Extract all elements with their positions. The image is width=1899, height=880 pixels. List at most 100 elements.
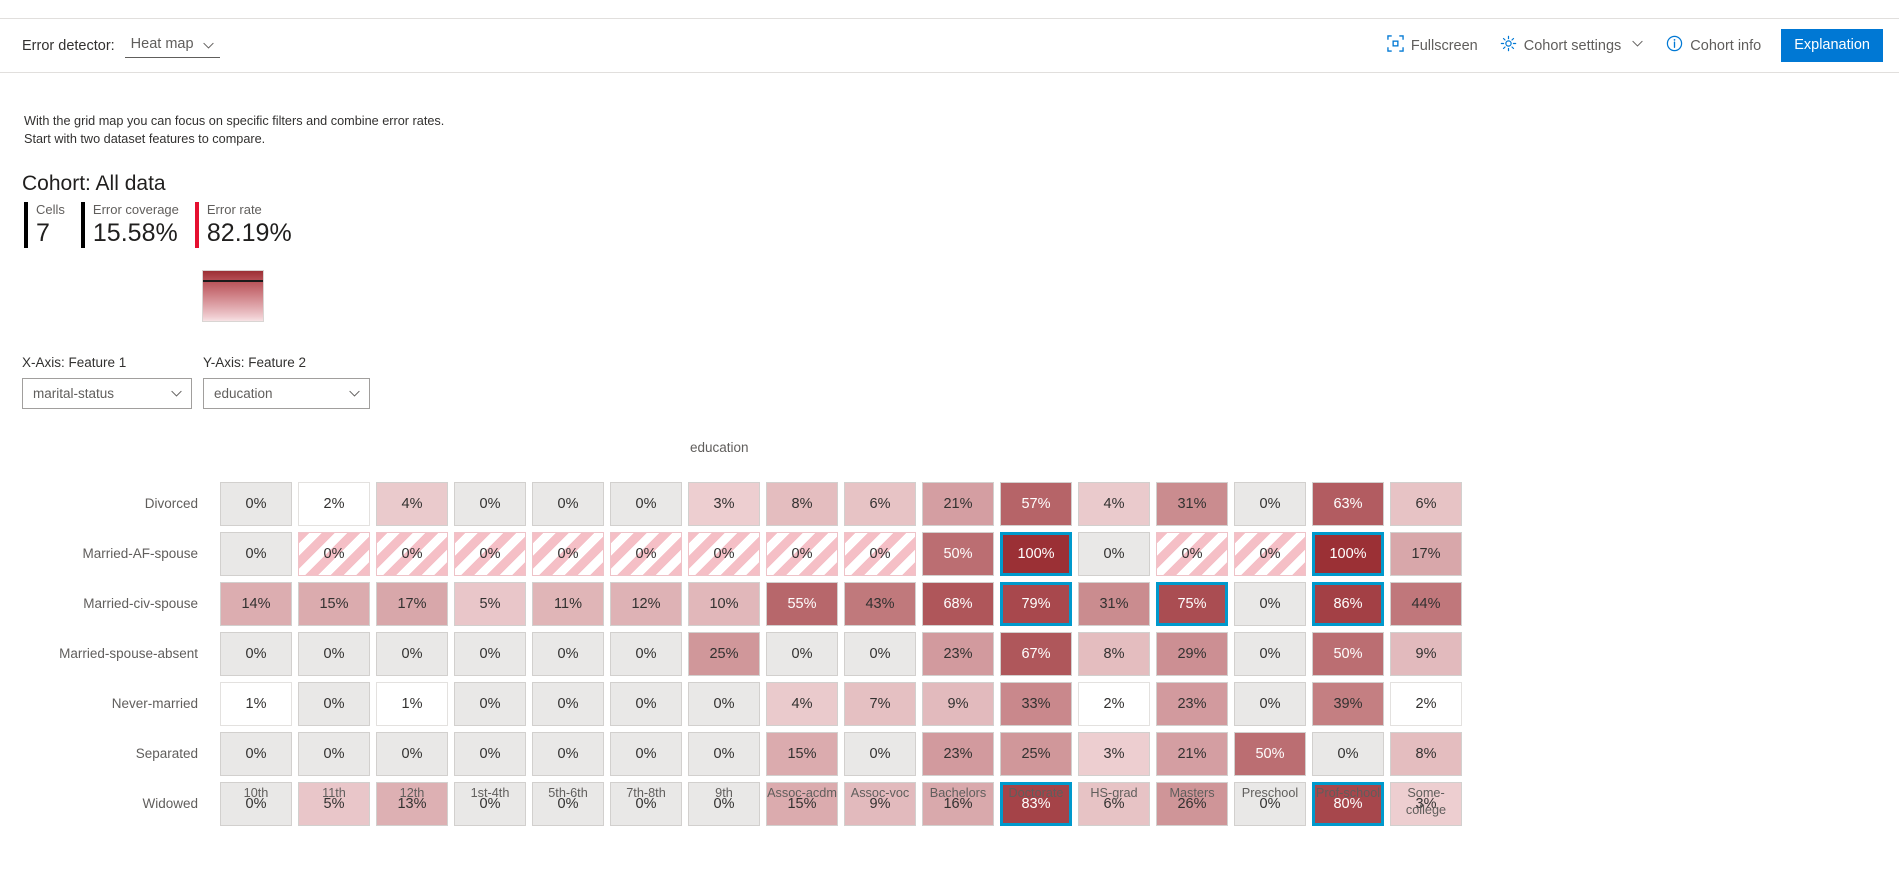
heatmap-cell[interactable]: 0% bbox=[298, 532, 370, 576]
heatmap-cell[interactable]: 2% bbox=[1078, 682, 1150, 726]
heatmap-cell[interactable]: 0% bbox=[532, 482, 604, 526]
heatmap-cell[interactable]: 0% bbox=[454, 632, 526, 676]
heatmap-cell[interactable]: 0% bbox=[298, 682, 370, 726]
heatmap-cell[interactable]: 23% bbox=[922, 732, 994, 776]
heatmap-cell[interactable]: 12% bbox=[610, 582, 682, 626]
heatmap-cell[interactable]: 31% bbox=[1156, 482, 1228, 526]
heatmap-cell[interactable]: 0% bbox=[454, 482, 526, 526]
heatmap-cell[interactable]: 1% bbox=[220, 682, 292, 726]
heatmap-cell[interactable]: 23% bbox=[1156, 682, 1228, 726]
heatmap-cell[interactable]: 68% bbox=[922, 582, 994, 626]
heatmap-cell[interactable]: 100% bbox=[1312, 532, 1384, 576]
heatmap-cell[interactable]: 75% bbox=[1156, 582, 1228, 626]
heatmap-cell[interactable]: 0% bbox=[610, 482, 682, 526]
heatmap-cell[interactable]: 0% bbox=[220, 732, 292, 776]
heatmap-cell[interactable]: 0% bbox=[1078, 532, 1150, 576]
x-axis-feature-dropdown[interactable]: marital-status bbox=[22, 378, 192, 409]
heatmap-cell[interactable]: 11% bbox=[532, 582, 604, 626]
heatmap-cell[interactable]: 15% bbox=[298, 582, 370, 626]
heatmap-cell[interactable]: 0% bbox=[454, 532, 526, 576]
explanation-button[interactable]: Explanation bbox=[1781, 28, 1883, 63]
heatmap-cell[interactable]: 4% bbox=[376, 482, 448, 526]
heatmap-cell[interactable]: 0% bbox=[688, 532, 760, 576]
heatmap-cell[interactable]: 0% bbox=[298, 632, 370, 676]
heatmap-cell[interactable]: 0% bbox=[610, 732, 682, 776]
heatmap-cell[interactable]: 2% bbox=[298, 482, 370, 526]
heatmap-cell[interactable]: 43% bbox=[844, 582, 916, 626]
heatmap-cell[interactable]: 0% bbox=[220, 632, 292, 676]
heatmap-cell[interactable]: 0% bbox=[454, 682, 526, 726]
heatmap-cell[interactable]: 0% bbox=[1234, 482, 1306, 526]
heatmap-cell[interactable]: 23% bbox=[922, 632, 994, 676]
heatmap-cell[interactable]: 0% bbox=[376, 732, 448, 776]
heatmap-cell[interactable]: 50% bbox=[922, 532, 994, 576]
heatmap-cell[interactable]: 0% bbox=[1234, 682, 1306, 726]
heatmap-cell[interactable]: 0% bbox=[844, 532, 916, 576]
heatmap-cell[interactable]: 31% bbox=[1078, 582, 1150, 626]
heatmap-cell[interactable]: 5% bbox=[454, 582, 526, 626]
heatmap-cell[interactable]: 0% bbox=[1156, 532, 1228, 576]
heatmap-cell[interactable]: 57% bbox=[1000, 482, 1072, 526]
heatmap-cell[interactable]: 21% bbox=[1156, 732, 1228, 776]
heatmap-cell[interactable]: 63% bbox=[1312, 482, 1384, 526]
heatmap-cell[interactable]: 17% bbox=[376, 582, 448, 626]
cohort-settings-button[interactable]: Cohort settings bbox=[1490, 28, 1655, 63]
heatmap-cell[interactable]: 17% bbox=[1390, 532, 1462, 576]
heatmap-cell[interactable]: 3% bbox=[688, 482, 760, 526]
heatmap-cell[interactable]: 0% bbox=[610, 682, 682, 726]
heatmap-cell[interactable]: 0% bbox=[1234, 632, 1306, 676]
heatmap-cell[interactable]: 33% bbox=[1000, 682, 1072, 726]
heatmap-cell[interactable]: 0% bbox=[1234, 582, 1306, 626]
heatmap-cell[interactable]: 1% bbox=[376, 682, 448, 726]
heatmap-cell[interactable]: 0% bbox=[532, 682, 604, 726]
heatmap-cell[interactable]: 6% bbox=[844, 482, 916, 526]
heatmap-cell[interactable]: 0% bbox=[1234, 532, 1306, 576]
heatmap-cell[interactable]: 55% bbox=[766, 582, 838, 626]
heatmap-cell[interactable]: 86% bbox=[1312, 582, 1384, 626]
heatmap-cell[interactable]: 0% bbox=[454, 732, 526, 776]
heatmap-cell[interactable]: 8% bbox=[1078, 632, 1150, 676]
heatmap-cell[interactable]: 0% bbox=[844, 632, 916, 676]
heatmap-cell[interactable]: 0% bbox=[1312, 732, 1384, 776]
heatmap-cell[interactable]: 25% bbox=[688, 632, 760, 676]
heatmap-cell[interactable]: 0% bbox=[766, 532, 838, 576]
heatmap-cell[interactable]: 2% bbox=[1390, 682, 1462, 726]
heatmap-cell[interactable]: 15% bbox=[766, 732, 838, 776]
heatmap-cell[interactable]: 0% bbox=[688, 682, 760, 726]
heatmap-cell[interactable]: 3% bbox=[1078, 732, 1150, 776]
heatmap-cell[interactable]: 0% bbox=[532, 532, 604, 576]
heatmap-cell[interactable]: 0% bbox=[844, 732, 916, 776]
heatmap-cell[interactable]: 0% bbox=[532, 632, 604, 676]
heatmap-cell[interactable]: 67% bbox=[1000, 632, 1072, 676]
heatmap-cell[interactable]: 29% bbox=[1156, 632, 1228, 676]
heatmap-cell[interactable]: 0% bbox=[376, 532, 448, 576]
heatmap-cell[interactable]: 0% bbox=[298, 732, 370, 776]
heatmap-cell[interactable]: 0% bbox=[532, 732, 604, 776]
heatmap-cell[interactable]: 79% bbox=[1000, 582, 1072, 626]
heatmap-cell[interactable]: 14% bbox=[220, 582, 292, 626]
heatmap-cell[interactable]: 0% bbox=[766, 632, 838, 676]
heatmap-cell[interactable]: 6% bbox=[1390, 482, 1462, 526]
heatmap-cell[interactable]: 7% bbox=[844, 682, 916, 726]
heatmap-cell[interactable]: 4% bbox=[1078, 482, 1150, 526]
heatmap-cell[interactable]: 50% bbox=[1234, 732, 1306, 776]
cohort-info-button[interactable]: Cohort info bbox=[1656, 28, 1771, 63]
heatmap-cell[interactable]: 0% bbox=[610, 632, 682, 676]
heatmap-cell[interactable]: 0% bbox=[610, 532, 682, 576]
heatmap-cell[interactable]: 9% bbox=[1390, 632, 1462, 676]
heatmap-cell[interactable]: 0% bbox=[220, 532, 292, 576]
heatmap-cell[interactable]: 8% bbox=[766, 482, 838, 526]
y-axis-feature-dropdown[interactable]: education bbox=[203, 378, 370, 409]
heatmap-cell[interactable]: 4% bbox=[766, 682, 838, 726]
fullscreen-button[interactable]: Fullscreen bbox=[1377, 28, 1488, 63]
heatmap-cell[interactable]: 21% bbox=[922, 482, 994, 526]
heatmap-cell[interactable]: 8% bbox=[1390, 732, 1462, 776]
heatmap-cell[interactable]: 10% bbox=[688, 582, 760, 626]
heatmap-cell[interactable]: 0% bbox=[220, 482, 292, 526]
heatmap-cell[interactable]: 0% bbox=[688, 732, 760, 776]
heatmap-cell[interactable]: 44% bbox=[1390, 582, 1462, 626]
error-detector-dropdown[interactable]: Heat map bbox=[124, 33, 220, 58]
heatmap-cell[interactable]: 9% bbox=[922, 682, 994, 726]
heatmap-cell[interactable]: 50% bbox=[1312, 632, 1384, 676]
heatmap-cell[interactable]: 25% bbox=[1000, 732, 1072, 776]
